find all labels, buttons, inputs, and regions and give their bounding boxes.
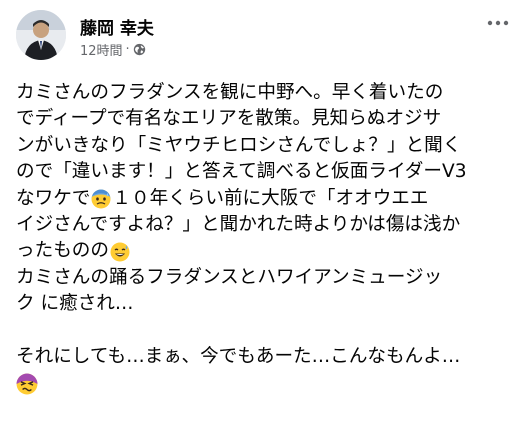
post-line: カミさんの踊るフラダンスとハワイアンミュージッ bbox=[16, 266, 443, 288]
post-line: ったものの bbox=[16, 238, 510, 264]
post-line: イジさんですよね？」と聞かれた時よりかは傷は浅か bbox=[16, 213, 461, 235]
author-name[interactable]: 藤岡 幸夫 bbox=[80, 14, 154, 39]
more-options-icon[interactable] bbox=[486, 12, 510, 34]
post-timestamp[interactable]: 12時間 bbox=[80, 40, 123, 59]
post-line: ンがいきなり「ミヤウチヒロシさんでしょ？」と聞く bbox=[16, 134, 462, 156]
post-line-text: ったものの bbox=[16, 240, 109, 262]
globe-icon[interactable] bbox=[133, 43, 146, 56]
post-line-text: １０年くらい前に大阪で「オオウエエ bbox=[112, 187, 429, 209]
post-line: ので「違います！」と答えて調べると仮面ライダーV3 bbox=[16, 161, 467, 183]
avatar-photo bbox=[16, 10, 66, 60]
post-line: それにしても…まぁ、今でもあーた…こんなもんよ… bbox=[16, 345, 461, 367]
post-line-text: なワケで bbox=[16, 187, 91, 209]
grinning-sweat-emoji-icon bbox=[110, 242, 130, 262]
meta-separator: · bbox=[125, 42, 130, 57]
post-line: なワケで １０年くらい前に大阪で「オオウエエ bbox=[16, 186, 510, 212]
post-meta: 12時間 · bbox=[80, 40, 146, 59]
post-line: ク に癒され… bbox=[16, 293, 134, 315]
anxious-sweat-emoji-icon bbox=[91, 189, 111, 209]
post-line: カミさんのフラダンスを観に中野へ。早く着いたの bbox=[16, 82, 444, 103]
dizzy-face-emoji-icon bbox=[16, 373, 38, 395]
post-header: 藤岡 幸夫 12時間 · bbox=[0, 0, 522, 72]
post-line bbox=[16, 370, 510, 396]
avatar[interactable] bbox=[16, 10, 66, 60]
post-text: カミさんのフラダンスを観に中野へ。早く着いたの でディープで有名なエリアを散策。… bbox=[16, 80, 510, 397]
post-line: でディープで有名なエリアを散策。見知らぬオジサ bbox=[16, 108, 442, 130]
